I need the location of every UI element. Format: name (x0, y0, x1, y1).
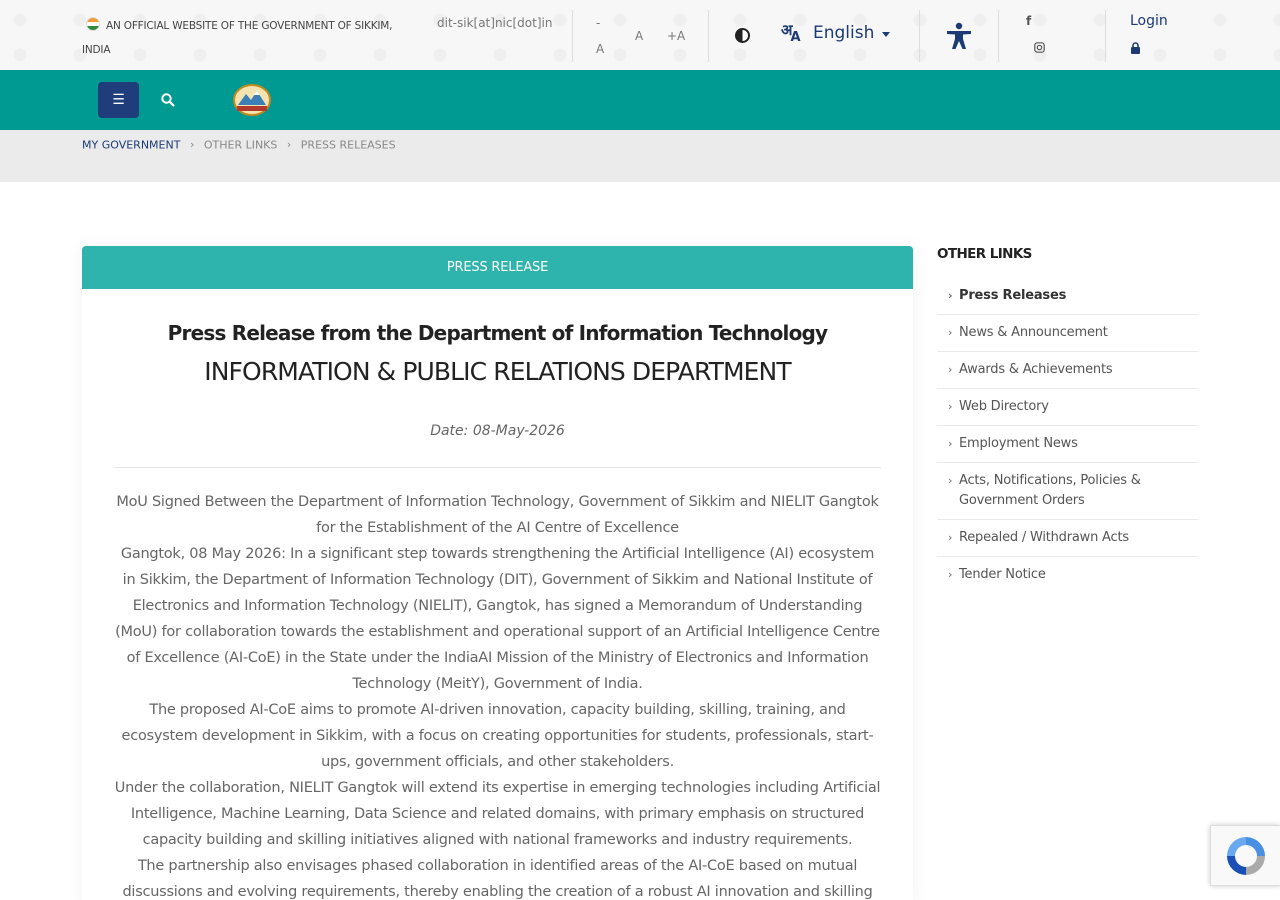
translate-icon[interactable]: अA (781, 20, 803, 45)
divider (998, 10, 999, 62)
chevron-right-icon: › (948, 531, 953, 544)
divider (114, 467, 881, 468)
divider (572, 10, 573, 62)
card-header: PRESS RELEASE (82, 246, 913, 289)
search-icon[interactable] (160, 92, 176, 108)
press-release-title: Press Release from the Department of Inf… (167, 321, 828, 345)
sidebar-item-news-announcement[interactable]: › News & Announcement (937, 315, 1198, 352)
sidebar-links: › Press Releases › News & Announcement › Aw… (937, 278, 1198, 593)
sikkim-emblem-logo[interactable] (232, 83, 272, 117)
recaptcha-badge[interactable] (1210, 825, 1280, 886)
hamburger-icon: ☰ (112, 92, 125, 108)
body-paragraph: MoU Signed Between the Department of Inf… (116, 494, 879, 536)
body-paragraph: Gangtok, 08 May 2026: In a significant s… (115, 546, 880, 692)
divider (919, 10, 920, 62)
language-select[interactable]: English (813, 23, 874, 43)
breadcrumb-item-my-government[interactable]: MY GOVERNMENT (82, 139, 180, 152)
chevron-down-icon[interactable] (882, 32, 890, 37)
sidebar-title: OTHER LINKS (937, 246, 1032, 262)
font-decrease-button[interactable]: -A (596, 10, 606, 62)
sidebar-item-awards-achievements[interactable]: › Awards & Achievements (937, 352, 1198, 389)
chevron-right-icon: › (948, 363, 953, 376)
body-paragraph: The partnership also envisages phased co… (122, 858, 873, 900)
chevron-right-icon: › (948, 474, 953, 487)
font-normal-button[interactable]: A (635, 23, 643, 49)
press-release-body: MoU Signed Between the Department of Inf… (114, 489, 881, 900)
official-website-label: AN OFFICIAL WEBSITE OF THE GOVERNMENT OF… (82, 14, 402, 62)
press-release-card: PRESS RELEASE Press Release from the Dep… (82, 246, 913, 900)
recaptcha-icon (1227, 837, 1265, 875)
breadcrumb: MY GOVERNMENT › OTHER LINKS › PRESS RELE… (82, 138, 396, 152)
department-name: INFORMATION & PUBLIC RELATIONS DEPARTMEN… (204, 357, 791, 386)
chevron-right-icon: › (948, 326, 953, 339)
breadcrumb-item-other-links[interactable]: OTHER LINKS (204, 139, 278, 152)
sidebar-item-employment-news[interactable]: › Employment News (937, 426, 1198, 463)
divider (708, 10, 709, 62)
email-address: dit-sik[at]nic[dot]in (437, 16, 553, 30)
breadcrumb-bar: MY GOVERNMENT › OTHER LINKS › PRESS RELE… (0, 130, 1280, 182)
top-utility-bar: AN OFFICIAL WEBSITE OF THE GOVERNMENT OF… (0, 0, 1280, 70)
font-increase-button[interactable]: +A (667, 23, 685, 49)
instagram-icon[interactable] (1034, 42, 1045, 53)
accessibility-icon[interactable] (945, 22, 973, 50)
body-paragraph: The proposed AI-CoE aims to promote AI-d… (121, 702, 874, 770)
india-flag-icon (86, 17, 100, 31)
main-nav-bar: ☰ (0, 70, 1280, 130)
login-link[interactable]: Login (1130, 13, 1168, 29)
contrast-toggle-icon[interactable] (735, 28, 750, 43)
sidebar-item-tender-notice[interactable]: › Tender Notice (937, 557, 1198, 593)
chevron-right-icon: › (948, 289, 953, 302)
chevron-right-icon: › (189, 138, 195, 151)
body-paragraph: Under the collaboration, NIELIT Gangtok … (114, 780, 881, 848)
facebook-icon[interactable]: f (1026, 14, 1031, 28)
sidebar-item-web-directory[interactable]: › Web Directory (937, 389, 1198, 426)
menu-button[interactable]: ☰ (98, 82, 139, 118)
chevron-right-icon: › (948, 400, 953, 413)
sidebar-item-repealed-acts[interactable]: › Repealed / Withdrawn Acts (937, 520, 1198, 557)
sidebar-item-press-releases[interactable]: › Press Releases (937, 278, 1198, 315)
divider (1105, 10, 1106, 62)
lock-icon[interactable] (1130, 42, 1141, 54)
sidebar-item-acts-notifications[interactable]: › Acts, Notifications, Policies & Governm… (937, 463, 1198, 520)
breadcrumb-item-press-releases: PRESS RELEASES (300, 138, 396, 152)
release-date: Date: 08-May-2026 (430, 423, 565, 439)
chevron-right-icon: › (286, 138, 292, 151)
chevron-right-icon: › (948, 437, 953, 450)
chevron-right-icon: › (948, 568, 953, 581)
